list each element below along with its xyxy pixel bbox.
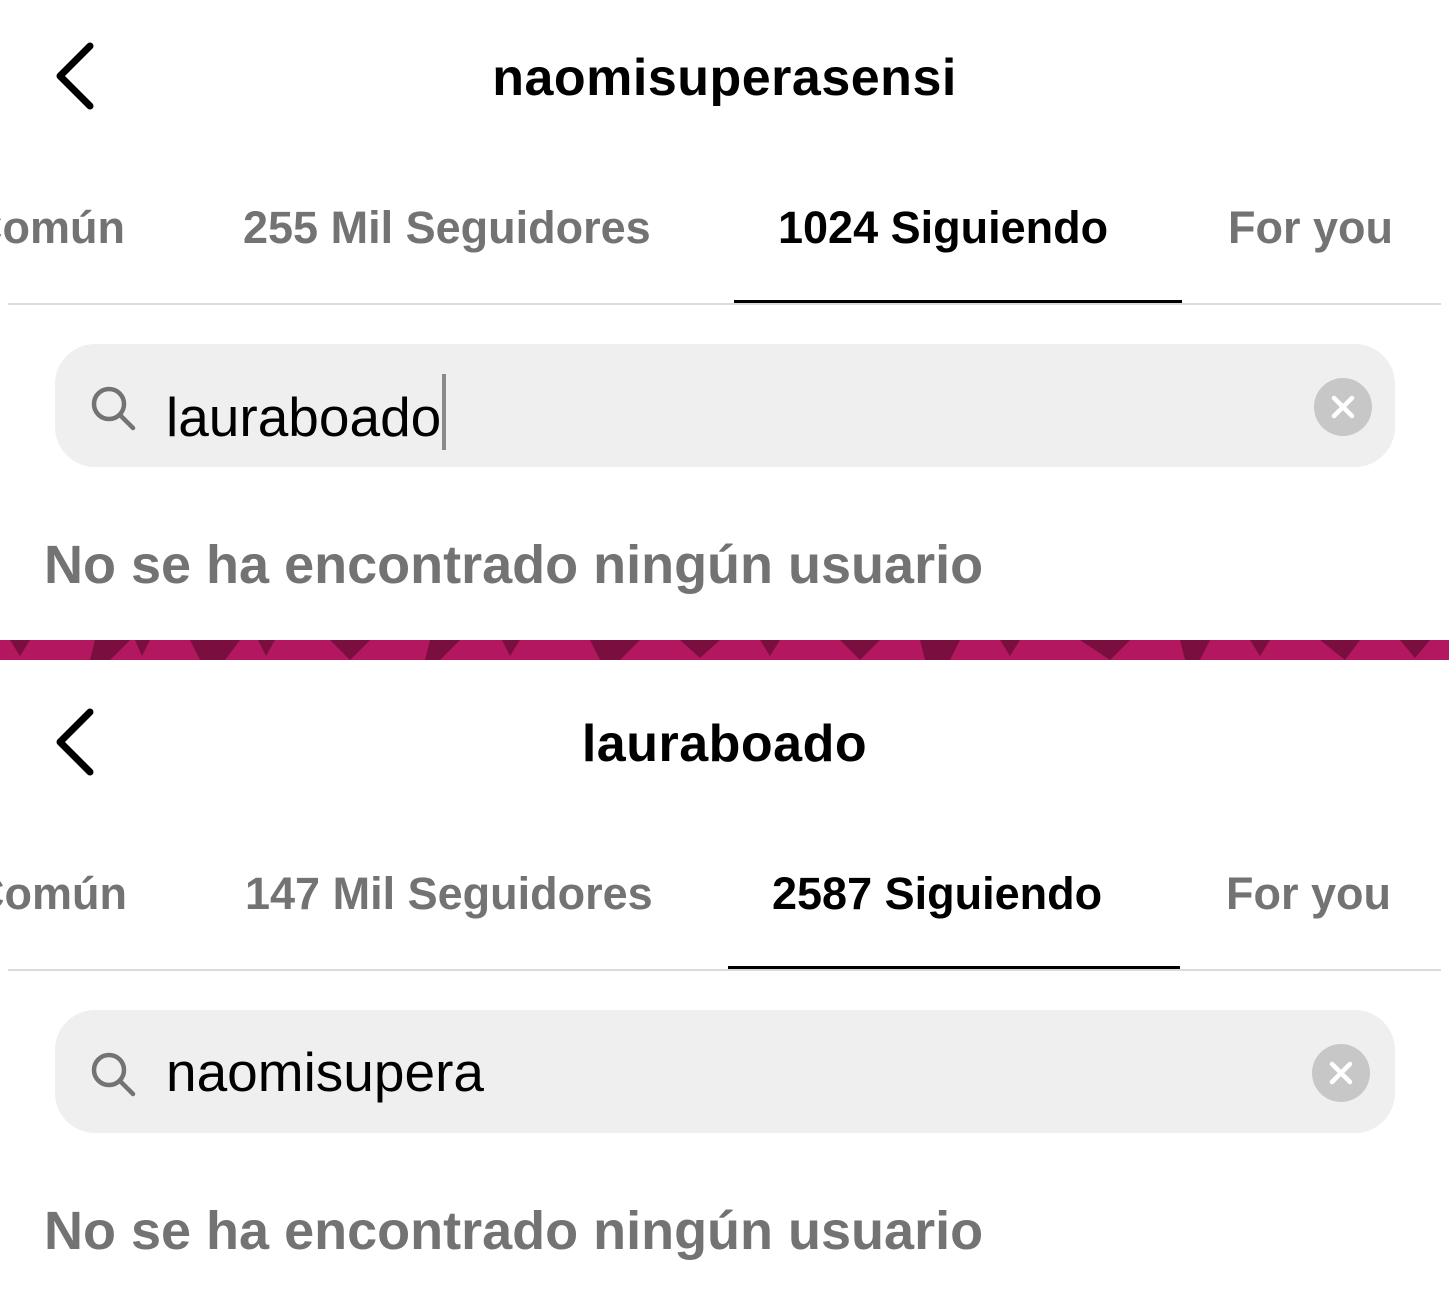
tab-comun[interactable]: Común (0, 202, 125, 254)
text-caret (442, 374, 447, 450)
search-icon (91, 1052, 136, 1097)
no-results-message: No se ha encontrado ningún usuario (44, 1201, 984, 1261)
tab-followers[interactable]: 147 Mil Seguidores (245, 868, 653, 920)
tab-followers[interactable]: 255 Mil Seguidores (243, 202, 651, 254)
clear-search-icon[interactable] (1312, 1044, 1370, 1102)
active-tab-indicator (734, 300, 1182, 303)
no-results-message: No se ha encontrado ningún usuario (44, 535, 984, 595)
tab-divider (8, 969, 1441, 971)
tab-comun[interactable]: Común (0, 868, 127, 920)
decorative-divider-band (0, 640, 1449, 660)
panel-lauraboado: lauraboado Común 147 Mil Seguidores 2587… (0, 666, 1449, 1300)
search-icon (91, 386, 136, 431)
search-input-value[interactable]: lauraboado (166, 374, 447, 450)
tab-following[interactable]: 2587 Siguiendo (772, 868, 1102, 920)
tab-for-you[interactable]: For you (1226, 868, 1391, 920)
search-value-text: lauraboado (166, 386, 442, 448)
tab-following[interactable]: 1024 Siguiendo (778, 202, 1108, 254)
tab-for-you[interactable]: For you (1228, 202, 1393, 254)
panel-naomisuperasensi: naomisuperasensi Común 255 Mil Seguidore… (0, 0, 1449, 640)
clear-search-icon[interactable] (1314, 378, 1372, 436)
profile-title: naomisuperasensi (492, 49, 957, 107)
search-input-value[interactable]: naomisupera (166, 1040, 484, 1104)
tab-divider (8, 303, 1441, 305)
active-tab-indicator (728, 966, 1180, 969)
search-value-text: naomisupera (166, 1041, 484, 1103)
profile-title: lauraboado (581, 715, 868, 773)
